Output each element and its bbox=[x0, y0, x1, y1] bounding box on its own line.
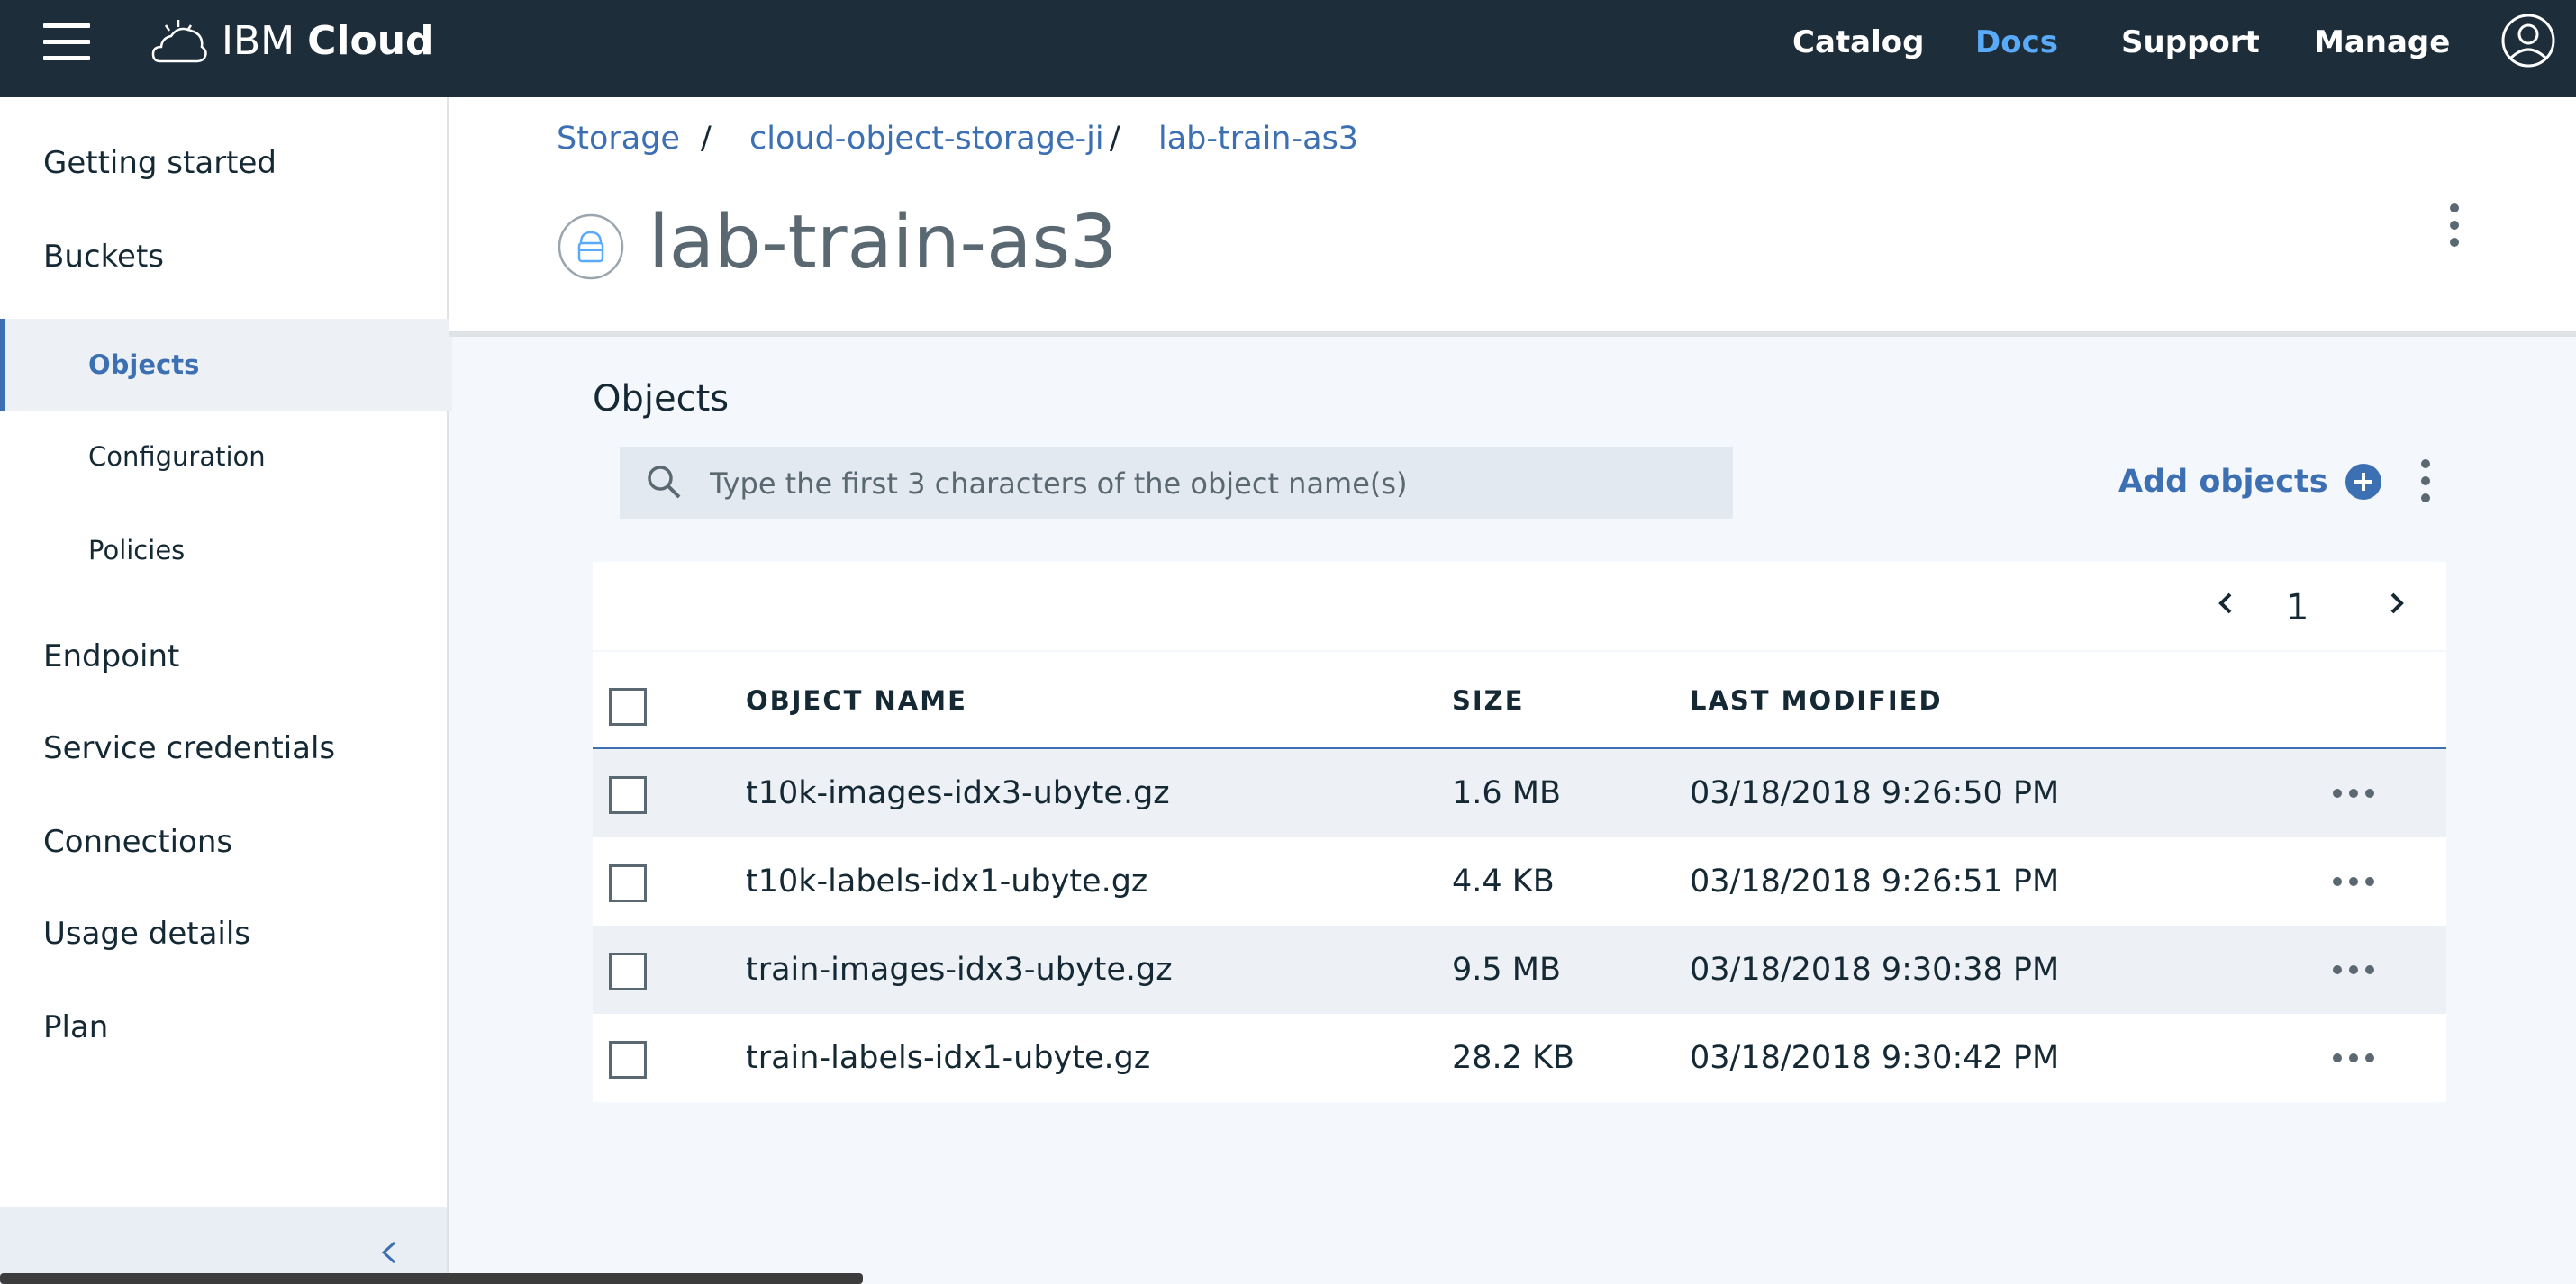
sidebar-item-endpoint[interactable]: Endpoint bbox=[43, 637, 179, 675]
row-checkbox[interactable] bbox=[609, 776, 647, 814]
brand-prefix: IBM bbox=[222, 18, 295, 64]
column-header-modified[interactable]: LAST MODIFIED bbox=[1690, 684, 1943, 717]
row-checkbox[interactable] bbox=[609, 864, 647, 902]
pagination-bar: 1 bbox=[593, 562, 2446, 650]
page-header: Storage / cloud-object-storage-ji / lab-… bbox=[449, 97, 2576, 337]
select-all-checkbox[interactable] bbox=[609, 688, 647, 726]
sidebar-item-connections[interactable]: Connections bbox=[43, 823, 232, 861]
table-row[interactable]: train-labels-idx1-ubyte.gz 28.2 KB 03/18… bbox=[593, 1014, 2446, 1102]
ibm-cloud-logo-icon bbox=[151, 20, 207, 63]
object-name[interactable]: t10k-images-idx3-ubyte.gz bbox=[746, 774, 1170, 812]
objects-table: 1 OBJECT NAME SIZE LAST MODIFIED t10k-im… bbox=[593, 562, 2446, 1102]
object-name[interactable]: t10k-labels-idx1-ubyte.gz bbox=[746, 863, 1147, 900]
brand-title[interactable]: IBM Cloud bbox=[222, 16, 434, 67]
row-overflow-menu-icon[interactable] bbox=[2333, 877, 2374, 886]
user-avatar-icon[interactable] bbox=[2500, 13, 2556, 68]
objects-section-title: Objects bbox=[593, 378, 730, 420]
row-overflow-menu-icon[interactable] bbox=[2333, 965, 2374, 974]
sidebar-item-configuration[interactable]: Configuration bbox=[88, 439, 266, 474]
breadcrumb-storage[interactable]: Storage bbox=[557, 119, 680, 158]
sidebar-item-plan[interactable]: Plan bbox=[43, 1008, 108, 1046]
nav-support[interactable]: Support bbox=[2121, 23, 2260, 61]
nav-docs[interactable]: Docs bbox=[1975, 23, 2058, 61]
row-overflow-menu-icon[interactable] bbox=[2333, 1053, 2374, 1062]
horizontal-scrollbar[interactable] bbox=[0, 1273, 863, 1284]
column-header-size[interactable]: SIZE bbox=[1452, 684, 1525, 717]
row-checkbox[interactable] bbox=[609, 953, 647, 990]
search-box bbox=[620, 447, 1733, 520]
sidebar-item-objects[interactable]: Objects bbox=[88, 348, 199, 382]
page-number: 1 bbox=[2286, 587, 2309, 628]
sidebar-item-policies[interactable]: Policies bbox=[88, 533, 185, 567]
table-row[interactable]: t10k-images-idx3-ubyte.gz 1.6 MB 03/18/2… bbox=[593, 749, 2446, 837]
table-header: OBJECT NAME SIZE LAST MODIFIED bbox=[593, 652, 2446, 750]
nav-manage[interactable]: Manage bbox=[2314, 23, 2450, 61]
breadcrumb-bucket[interactable]: lab-train-as3 bbox=[1158, 119, 1358, 158]
hamburger-menu-icon[interactable] bbox=[43, 23, 90, 61]
bucket-icon bbox=[558, 213, 624, 280]
nav-catalog[interactable]: Catalog bbox=[1792, 23, 1924, 61]
object-size: 28.2 KB bbox=[1452, 1040, 1575, 1076]
sidebar: Getting started Buckets Objects Configur… bbox=[0, 97, 452, 1284]
brand-suffix: Cloud bbox=[307, 18, 434, 64]
breadcrumb-service[interactable]: cloud-object-storage-ji bbox=[749, 119, 1104, 158]
table-row[interactable]: train-images-idx3-ubyte.gz 9.5 MB 03/18/… bbox=[593, 926, 2446, 1014]
object-size: 4.4 KB bbox=[1452, 864, 1555, 900]
column-header-name[interactable]: OBJECT NAME bbox=[746, 684, 967, 717]
top-navigation-bar: IBM Cloud Catalog Docs Support Manage bbox=[0, 0, 2576, 97]
object-last-modified: 03/18/2018 9:26:51 PM bbox=[1690, 864, 2060, 900]
breadcrumb-separator: / bbox=[1110, 121, 1120, 157]
object-size: 9.5 MB bbox=[1452, 952, 1561, 988]
object-name[interactable]: train-images-idx3-ubyte.gz bbox=[746, 951, 1173, 989]
add-objects-button[interactable]: Add objects bbox=[2118, 459, 2382, 504]
sidebar-item-getting-started[interactable]: Getting started bbox=[43, 144, 277, 182]
object-last-modified: 03/18/2018 9:30:42 PM bbox=[1690, 1040, 2060, 1076]
chevron-left-icon[interactable] bbox=[2212, 585, 2239, 621]
page-title: lab-train-as3 bbox=[649, 200, 1118, 285]
plus-circle-icon bbox=[2345, 464, 2381, 500]
breadcrumb-separator: / bbox=[701, 121, 712, 157]
objects-overflow-menu-icon[interactable] bbox=[2421, 459, 2430, 511]
chevron-left-icon[interactable] bbox=[378, 1239, 400, 1266]
object-size: 1.6 MB bbox=[1452, 775, 1561, 811]
object-name[interactable]: train-labels-idx1-ubyte.gz bbox=[746, 1039, 1150, 1077]
object-last-modified: 03/18/2018 9:26:50 PM bbox=[1690, 775, 2060, 811]
table-row[interactable]: t10k-labels-idx1-ubyte.gz 4.4 KB 03/18/2… bbox=[593, 837, 2446, 926]
sidebar-item-buckets[interactable]: Buckets bbox=[43, 238, 164, 276]
add-objects-label: Add objects bbox=[2118, 464, 2328, 500]
sidebar-item-usage-details[interactable]: Usage details bbox=[43, 915, 250, 953]
row-checkbox[interactable] bbox=[609, 1041, 647, 1079]
sidebar-item-service-credentials[interactable]: Service credentials bbox=[43, 729, 335, 767]
sidebar-active-indicator bbox=[0, 319, 452, 411]
chevron-right-icon[interactable] bbox=[2383, 585, 2410, 621]
search-icon bbox=[648, 466, 681, 499]
search-input[interactable] bbox=[708, 447, 1720, 520]
row-overflow-menu-icon[interactable] bbox=[2333, 789, 2374, 798]
header-overflow-menu-icon[interactable] bbox=[2450, 203, 2459, 255]
object-last-modified: 03/18/2018 9:30:38 PM bbox=[1690, 952, 2060, 988]
